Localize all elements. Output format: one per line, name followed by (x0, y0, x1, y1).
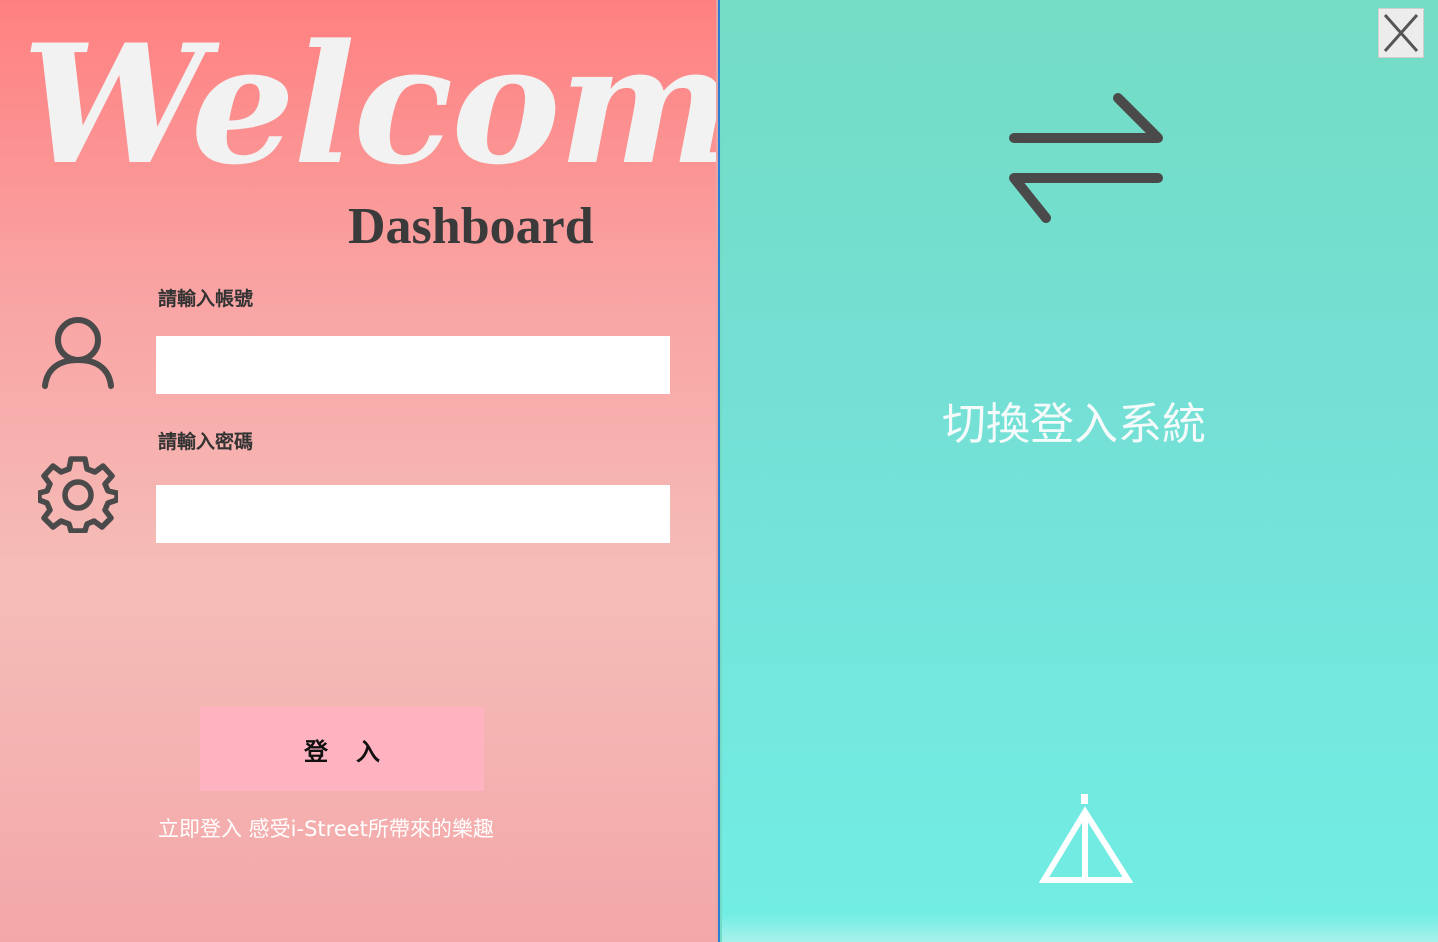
switch-login-text[interactable]: 切換登入系統 (942, 388, 1206, 452)
close-button[interactable] (1378, 8, 1424, 58)
welcome-title: Welcome (22, 8, 835, 201)
close-icon (1383, 14, 1419, 52)
swap-arrows-icon[interactable] (1008, 92, 1166, 226)
tagline: 立即登入 感受i-Street所帶來的樂趣 (158, 817, 494, 841)
login-button[interactable]: 登入 (200, 707, 484, 791)
username-label: 請輸入帳號 (158, 288, 254, 310)
dashboard-subtitle: Dashboard (348, 198, 594, 255)
password-field[interactable] (156, 485, 670, 543)
tent-logo-icon (1038, 794, 1134, 883)
password-label: 請輸入密碼 (158, 431, 254, 453)
username-field[interactable] (156, 336, 670, 394)
switch-panel: 切換登入系統 (722, 0, 1438, 942)
gear-icon (38, 456, 118, 533)
login-panel: Welcome Dashboard 請輸入帳號 請輸入密碼 登入 立即登入 感受… (0, 0, 835, 942)
user-icon (42, 317, 114, 389)
